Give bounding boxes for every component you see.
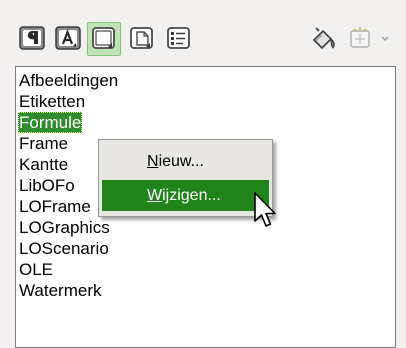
paragraph-styles-button[interactable] xyxy=(15,22,49,56)
menu-item-modify-label: ijzigen... xyxy=(162,187,221,204)
menu-item-new-mnemonic: N xyxy=(147,153,159,170)
list-styles-icon xyxy=(167,27,190,49)
page-styles-icon xyxy=(130,27,153,49)
page-styles-button[interactable] xyxy=(125,22,159,56)
list-styles-button[interactable] xyxy=(162,22,196,56)
list-item[interactable]: OLE xyxy=(18,259,54,280)
list-item[interactable]: LOScenario xyxy=(18,238,110,259)
paragraph-styles-icon xyxy=(19,26,45,50)
list-item[interactable]: LOFrame xyxy=(18,196,92,217)
list-item[interactable]: Watermerk xyxy=(18,280,103,301)
new-style-from-selection-icon xyxy=(350,27,389,48)
styles-toolbar xyxy=(0,0,406,58)
character-styles-button[interactable] xyxy=(51,22,85,56)
menu-item-modify-mnemonic: W xyxy=(147,187,163,204)
chevron-down-icon xyxy=(381,36,389,41)
fill-format-mode-button[interactable] xyxy=(307,22,341,56)
menu-item-new-label: ieuw... xyxy=(158,153,204,170)
list-item[interactable]: Frame xyxy=(18,133,69,154)
list-item[interactable]: Afbeeldingen xyxy=(18,70,119,91)
fill-format-mode-icon xyxy=(312,27,335,50)
character-styles-icon xyxy=(55,26,81,50)
frame-styles-icon xyxy=(92,27,115,49)
frame-styles-button[interactable] xyxy=(87,22,121,56)
list-item[interactable]: Kantte xyxy=(18,154,69,175)
list-item[interactable]: LibOFo xyxy=(18,175,76,196)
new-style-from-selection-button[interactable] xyxy=(344,22,390,56)
mouse-cursor-icon xyxy=(254,192,276,227)
list-item[interactable]: Etiketten xyxy=(18,91,86,112)
context-menu: Nieuw... Wijzigen... xyxy=(98,139,273,217)
list-item-selected[interactable]: Formule xyxy=(18,112,83,133)
list-item[interactable]: LOGraphics xyxy=(18,217,111,238)
menu-item-modify[interactable]: Wijzigen... xyxy=(102,180,269,211)
menu-item-new[interactable]: Nieuw... xyxy=(102,146,269,177)
